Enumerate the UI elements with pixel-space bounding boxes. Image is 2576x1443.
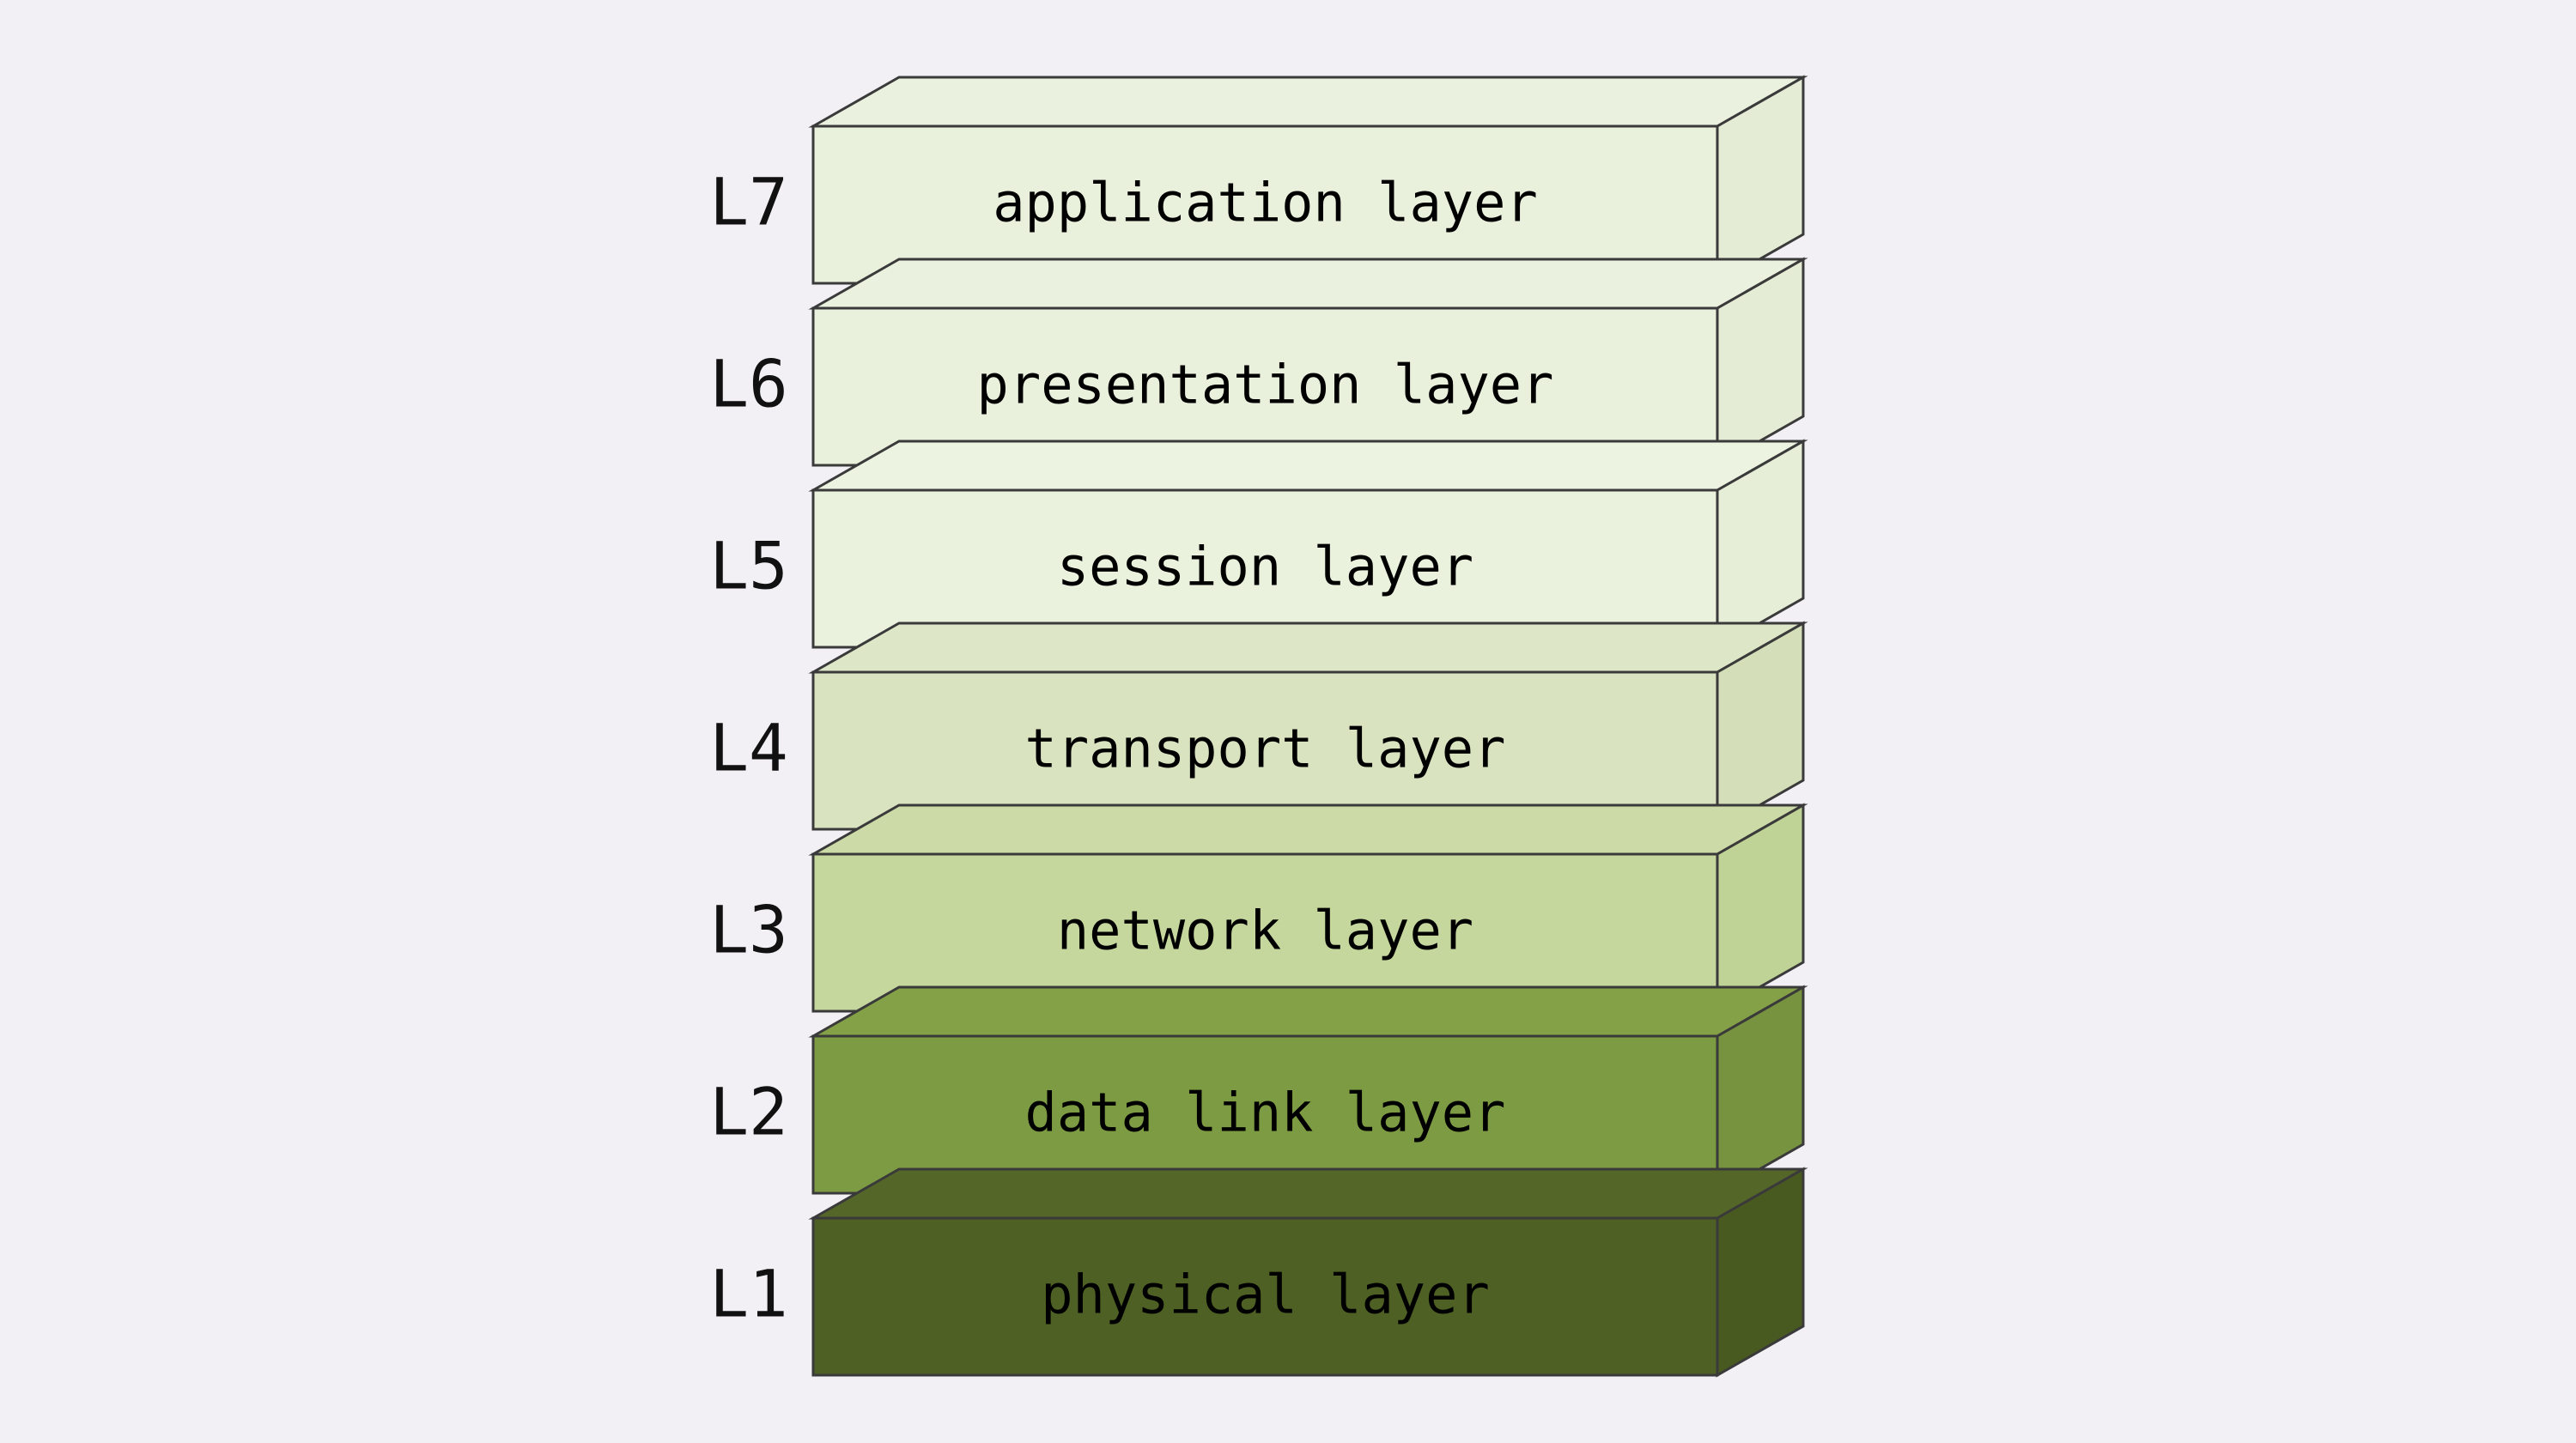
layer-name-label: network layer	[1057, 900, 1473, 962]
layer-top-face	[808, 440, 1808, 492]
layer-level-label-l6: L6	[709, 345, 788, 421]
layer-level-label-l2: L2	[709, 1073, 788, 1149]
layer-top-face	[808, 76, 1808, 128]
osi-layer-l4[interactable]: transport layer L4	[709, 621, 1808, 832]
layer-name-label: transport layer	[1025, 718, 1506, 780]
layer-top-face	[808, 258, 1808, 310]
layer-level-label-l7: L7	[709, 163, 788, 239]
osi-stack-svg: application layer L7 presentation layer L6 s…	[709, 75, 1808, 1378]
layer-name-label: presentation layer	[977, 354, 1554, 416]
layer-top-face	[808, 621, 1808, 674]
osi-model-diagram: application layer L7 presentation layer L6 s…	[0, 0, 2576, 1443]
layer-level-label-l1: L1	[709, 1255, 788, 1331]
layer-name-label: application layer	[993, 172, 1538, 234]
osi-layer-l2[interactable]: data link layer L2	[709, 985, 1808, 1196]
osi-layer-l6[interactable]: presentation layer L6	[709, 257, 1808, 468]
layer-level-label-l4: L4	[709, 709, 788, 785]
layer-top-face	[808, 1167, 1808, 1220]
layer-level-label-l3: L3	[709, 891, 788, 967]
layer-name-label: physical layer	[1041, 1264, 1490, 1326]
osi-layer-l3[interactable]: network layer L3	[709, 803, 1808, 1014]
layer-level-label-l5: L5	[709, 527, 788, 603]
layer-name-label: data link layer	[1025, 1082, 1506, 1144]
osi-layer-l7[interactable]: application layer L7	[709, 75, 1808, 286]
osi-layer-l1[interactable]: physical layer L1	[709, 1167, 1808, 1378]
osi-layer-l5[interactable]: session layer L5	[709, 439, 1808, 650]
layer-name-label: session layer	[1057, 536, 1473, 598]
layer-top-face	[808, 985, 1808, 1038]
layer-top-face	[808, 803, 1808, 856]
